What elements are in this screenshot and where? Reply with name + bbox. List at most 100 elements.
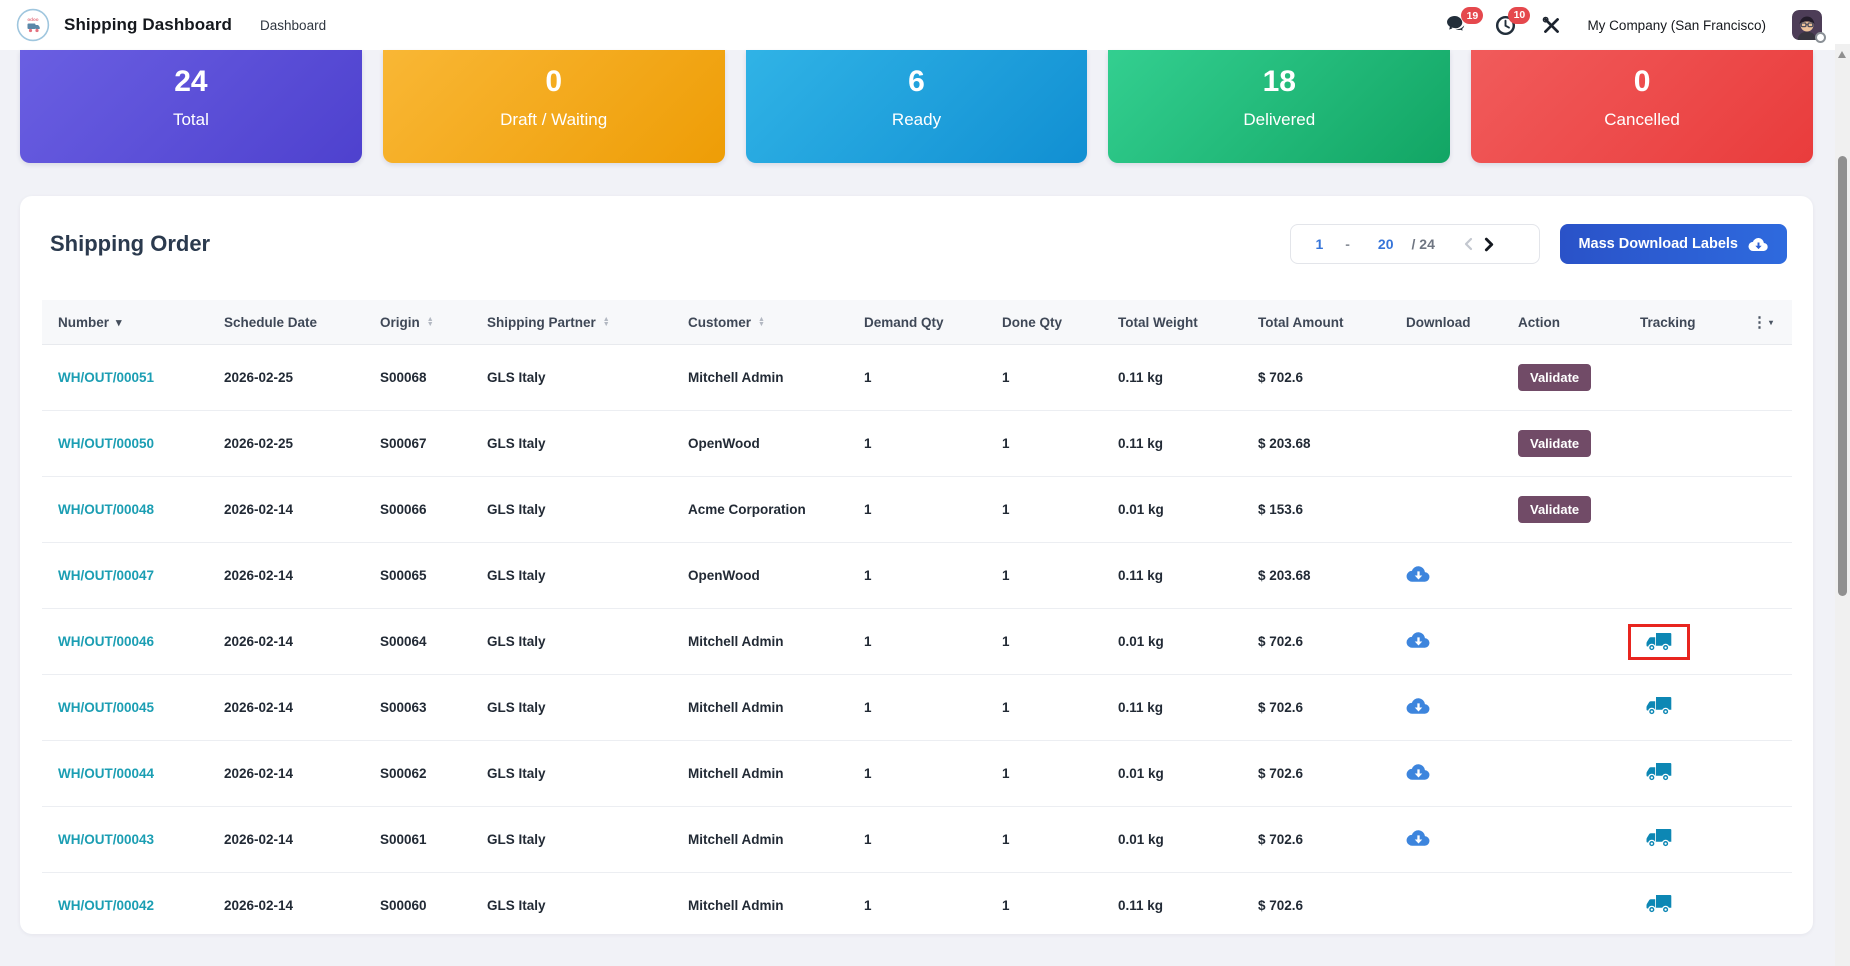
column-header-done-qty[interactable]: Done Qty bbox=[986, 315, 1102, 330]
tracking-button[interactable] bbox=[1646, 696, 1672, 716]
pager-next-button[interactable] bbox=[1483, 237, 1494, 252]
activities-button[interactable]: 10 bbox=[1495, 15, 1516, 36]
cell-total-amount: $ 702.6 bbox=[1242, 766, 1390, 781]
app-logo-icon[interactable]: odoo bbox=[16, 8, 50, 42]
user-avatar[interactable] bbox=[1792, 10, 1822, 40]
order-number-link[interactable]: WH/OUT/00051 bbox=[58, 370, 154, 385]
stat-card-cancelled[interactable]: 0Cancelled bbox=[1471, 50, 1813, 163]
column-header-customer[interactable]: Customer▲▼ bbox=[672, 315, 848, 330]
cell-schedule-date: 2026-02-14 bbox=[208, 502, 364, 517]
column-header-origin[interactable]: Origin▲▼ bbox=[364, 315, 471, 330]
column-header-total-weight[interactable]: Total Weight bbox=[1102, 315, 1242, 330]
order-number-link[interactable]: WH/OUT/00042 bbox=[58, 898, 154, 913]
cell-number: WH/OUT/00045 bbox=[42, 700, 208, 715]
column-header-number[interactable]: Number▾ bbox=[42, 315, 208, 330]
stat-card-label: Ready bbox=[746, 110, 1088, 130]
cell-number: WH/OUT/00048 bbox=[42, 502, 208, 517]
cell-done-qty: 1 bbox=[986, 766, 1102, 781]
cell-total-weight: 0.01 kg bbox=[1102, 832, 1242, 847]
cell-schedule-date: 2026-02-14 bbox=[208, 766, 364, 781]
cell-schedule-date: 2026-02-14 bbox=[208, 898, 364, 913]
order-number-link[interactable]: WH/OUT/00045 bbox=[58, 700, 154, 715]
tracking-button[interactable] bbox=[1646, 632, 1672, 652]
pager-previous-button[interactable] bbox=[1463, 237, 1473, 251]
column-header-tracking[interactable]: Tracking bbox=[1624, 315, 1744, 330]
cell-number: WH/OUT/00047 bbox=[42, 568, 208, 583]
cell-demand-qty: 1 bbox=[848, 502, 986, 517]
download-label-button[interactable] bbox=[1406, 829, 1431, 847]
order-number-link[interactable]: WH/OUT/00046 bbox=[58, 634, 154, 649]
stat-card-total[interactable]: 24Total bbox=[20, 50, 362, 163]
vertical-scrollbar[interactable] bbox=[1835, 44, 1850, 966]
download-label-button[interactable] bbox=[1406, 697, 1431, 715]
column-header-download[interactable]: Download bbox=[1390, 315, 1502, 330]
app-title[interactable]: Shipping Dashboard bbox=[64, 15, 232, 35]
cell-done-qty: 1 bbox=[986, 898, 1102, 913]
cell-demand-qty: 1 bbox=[848, 832, 986, 847]
tracking-button[interactable] bbox=[1646, 828, 1672, 848]
tracking-button[interactable] bbox=[1646, 762, 1672, 782]
mass-download-labels-button[interactable]: Mass Download Labels bbox=[1560, 224, 1787, 264]
svg-text:odoo: odoo bbox=[27, 17, 38, 22]
cloud-download-icon bbox=[1406, 697, 1431, 715]
scroll-up-arrow[interactable] bbox=[1838, 51, 1846, 58]
table-row: WH/OUT/000422026-02-14S00060GLS ItalyMit… bbox=[42, 873, 1792, 934]
cell-number: WH/OUT/00050 bbox=[42, 436, 208, 451]
column-header-action[interactable]: Action bbox=[1502, 315, 1624, 330]
cell-done-qty: 1 bbox=[986, 502, 1102, 517]
cell-origin: S00065 bbox=[364, 568, 471, 583]
scrollbar-thumb[interactable] bbox=[1838, 156, 1847, 596]
menu-dashboard[interactable]: Dashboard bbox=[260, 18, 326, 33]
company-switcher[interactable]: My Company (San Francisco) bbox=[1587, 18, 1766, 33]
cell-shipping-partner: GLS Italy bbox=[471, 436, 672, 451]
validate-button[interactable]: Validate bbox=[1518, 364, 1591, 391]
debug-tools-button[interactable] bbox=[1542, 16, 1561, 35]
cell-action: Validate bbox=[1502, 364, 1624, 391]
column-options-button[interactable]: ⋮▾ bbox=[1744, 313, 1792, 331]
cell-download bbox=[1390, 631, 1502, 652]
order-number-link[interactable]: WH/OUT/00047 bbox=[58, 568, 154, 583]
stat-card-ready[interactable]: 6Ready bbox=[746, 50, 1088, 163]
chevron-left-icon bbox=[1463, 237, 1473, 251]
validate-button[interactable]: Validate bbox=[1518, 430, 1591, 457]
cell-total-weight: 0.11 kg bbox=[1102, 370, 1242, 385]
tracking-button[interactable] bbox=[1646, 894, 1672, 914]
column-header-label: Demand Qty bbox=[864, 315, 944, 330]
stat-card-delivered[interactable]: 18Delivered bbox=[1108, 50, 1450, 163]
download-label-button[interactable] bbox=[1406, 631, 1431, 649]
cell-shipping-partner: GLS Italy bbox=[471, 634, 672, 649]
cell-origin: S00062 bbox=[364, 766, 471, 781]
messages-button[interactable]: 19 bbox=[1446, 15, 1469, 35]
order-number-link[interactable]: WH/OUT/00048 bbox=[58, 502, 154, 517]
truck-icon bbox=[1646, 632, 1672, 652]
column-header-shipping-partner[interactable]: Shipping Partner▲▼ bbox=[471, 315, 672, 330]
order-number-link[interactable]: WH/OUT/00044 bbox=[58, 766, 154, 781]
table-header-row: Number▾Schedule DateOrigin▲▼Shipping Par… bbox=[42, 300, 1792, 345]
column-header-total-amount[interactable]: Total Amount bbox=[1242, 315, 1390, 330]
pager-total: / 24 bbox=[1412, 236, 1435, 252]
stat-card-draft-waiting[interactable]: 0Draft / Waiting bbox=[383, 50, 725, 163]
order-number-link[interactable]: WH/OUT/00043 bbox=[58, 832, 154, 847]
cloud-download-icon bbox=[1406, 829, 1431, 847]
stat-cards-row: 24Total0Draft / Waiting6Ready18Delivered… bbox=[0, 50, 1850, 163]
download-label-button[interactable] bbox=[1406, 763, 1431, 781]
cell-total-amount: $ 702.6 bbox=[1242, 700, 1390, 715]
column-header-label: Shipping Partner bbox=[487, 315, 596, 330]
column-header-schedule-date[interactable]: Schedule Date bbox=[208, 315, 364, 330]
pager-range-end[interactable]: 20 bbox=[1378, 236, 1394, 252]
order-number-link[interactable]: WH/OUT/00050 bbox=[58, 436, 154, 451]
table-row: WH/OUT/000482026-02-14S00066GLS ItalyAcm… bbox=[42, 477, 1792, 543]
download-label-button[interactable] bbox=[1406, 565, 1431, 583]
cell-total-weight: 0.11 kg bbox=[1102, 898, 1242, 913]
stat-card-value: 18 bbox=[1108, 63, 1450, 101]
cell-customer: Mitchell Admin bbox=[672, 832, 848, 847]
validate-button[interactable]: Validate bbox=[1518, 496, 1591, 523]
pager-range-start[interactable]: 1 bbox=[1315, 236, 1323, 252]
column-header-demand-qty[interactable]: Demand Qty bbox=[848, 315, 986, 330]
cell-schedule-date: 2026-02-14 bbox=[208, 832, 364, 847]
cell-shipping-partner: GLS Italy bbox=[471, 766, 672, 781]
cell-total-weight: 0.11 kg bbox=[1102, 568, 1242, 583]
cell-download bbox=[1390, 829, 1502, 850]
cell-done-qty: 1 bbox=[986, 832, 1102, 847]
sort-icon: ▲▼ bbox=[758, 317, 765, 328]
